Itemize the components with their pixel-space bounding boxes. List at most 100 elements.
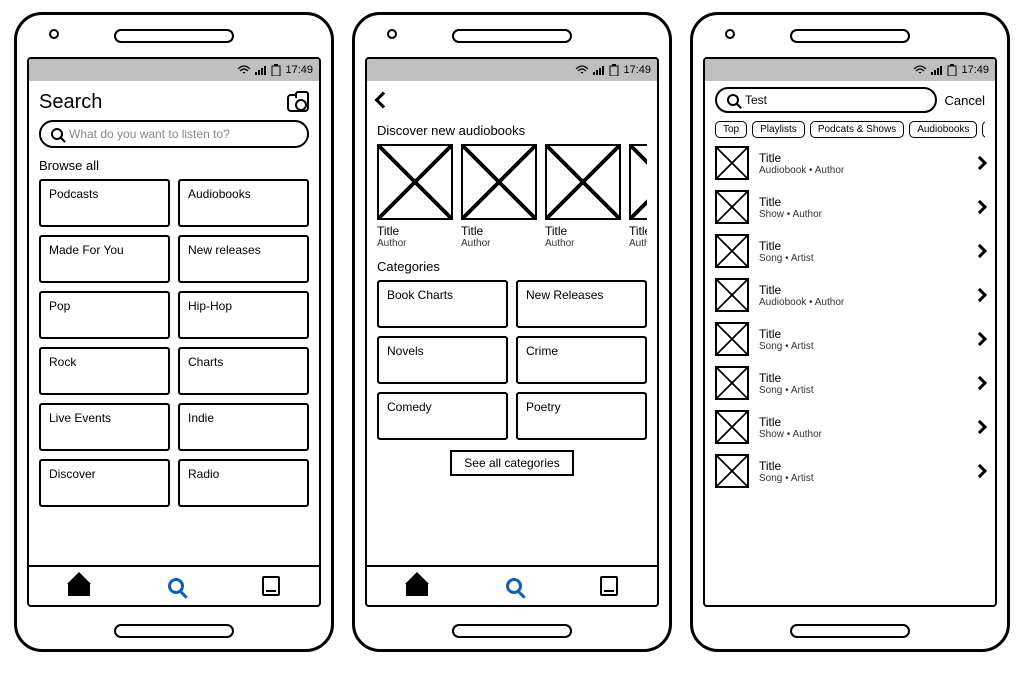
- card-title: Title: [377, 224, 453, 238]
- category-tile[interactable]: Made For You: [39, 235, 170, 283]
- earpiece-icon: [114, 29, 234, 43]
- home-bar-icon: [114, 624, 234, 638]
- result-row[interactable]: TitleAudiobook • Author: [715, 278, 985, 312]
- result-subtitle: Song • Artist: [759, 253, 965, 264]
- status-bar: 17:49: [367, 59, 657, 81]
- category-tile[interactable]: Live Events: [39, 403, 170, 451]
- search-tab-icon[interactable]: [506, 578, 522, 594]
- wifi-icon: [237, 65, 251, 75]
- status-icons: [913, 64, 957, 76]
- category-tile[interactable]: Charts: [178, 347, 309, 395]
- phone-top-bezel: [17, 15, 331, 57]
- content: Search What do you want to listen to? Br…: [29, 81, 319, 565]
- audiobook-carousel[interactable]: TitleAuthorTitleAuthorTitleAuthorTitleAu…: [377, 144, 647, 249]
- earpiece-icon: [790, 29, 910, 43]
- audiobook-card[interactable]: TitleAuthor: [461, 144, 537, 249]
- result-thumb-icon: [715, 366, 749, 400]
- category-tile[interactable]: New Releases: [516, 280, 647, 328]
- chevron-right-icon: [973, 156, 987, 170]
- content: Test Cancel Top Playlists Podcats & Shows A…: [705, 81, 995, 605]
- battery-icon: [609, 64, 619, 76]
- category-tile[interactable]: Crime: [516, 336, 647, 384]
- result-thumb-icon: [715, 190, 749, 224]
- category-tile[interactable]: Audiobooks: [178, 179, 309, 227]
- phone-top-bezel: [355, 15, 669, 57]
- result-row[interactable]: TitleSong • Artist: [715, 234, 985, 268]
- signal-icon: [255, 65, 267, 75]
- cover-thumb-icon: [461, 144, 537, 220]
- result-subtitle: Song • Artist: [759, 341, 965, 352]
- category-tile[interactable]: Pop: [39, 291, 170, 339]
- category-tile[interactable]: Radio: [178, 459, 309, 507]
- category-tile[interactable]: Indie: [178, 403, 309, 451]
- search-tab-icon[interactable]: [168, 578, 184, 594]
- content: Discover new audiobooks TitleAuthorTitle…: [367, 81, 657, 565]
- status-bar: 17:49: [705, 59, 995, 81]
- battery-icon: [271, 64, 281, 76]
- cancel-button[interactable]: Cancel: [945, 93, 985, 108]
- audiobook-card[interactable]: TitleAuthor: [545, 144, 621, 249]
- wifi-icon: [913, 65, 927, 75]
- back-icon[interactable]: [375, 92, 392, 109]
- chevron-right-icon: [973, 420, 987, 434]
- filter-chip[interactable]: Top: [715, 121, 747, 138]
- category-tile[interactable]: Rock: [39, 347, 170, 395]
- card-author: Auth: [629, 238, 647, 249]
- result-row[interactable]: TitleShow • Author: [715, 410, 985, 444]
- category-tile[interactable]: Novels: [377, 336, 508, 384]
- search-input[interactable]: Test: [715, 87, 937, 113]
- front-camera-icon: [725, 29, 735, 39]
- result-subtitle: Show • Author: [759, 429, 965, 440]
- category-tile[interactable]: Poetry: [516, 392, 647, 440]
- library-icon[interactable]: [600, 576, 618, 596]
- screen: 17:49 Search What do you want to listen …: [27, 57, 321, 607]
- result-row[interactable]: TitleShow • Author: [715, 190, 985, 224]
- category-tile[interactable]: Book Charts: [377, 280, 508, 328]
- search-value: Test: [745, 93, 767, 107]
- home-icon[interactable]: [406, 576, 428, 596]
- search-input[interactable]: What do you want to listen to?: [39, 120, 309, 148]
- filter-chips: Top Playlists Podcats & Shows Audiobooks Alb…: [715, 121, 985, 138]
- result-title: Title: [759, 371, 965, 385]
- category-tile[interactable]: New releases: [178, 235, 309, 283]
- results-list: TitleAudiobook • AuthorTitleShow • Autho…: [715, 146, 985, 488]
- signal-icon: [593, 65, 605, 75]
- category-tile[interactable]: Comedy: [377, 392, 508, 440]
- audiobook-card[interactable]: TitleAuthor: [377, 144, 453, 249]
- chevron-right-icon: [973, 244, 987, 258]
- filter-chip[interactable]: Playlists: [752, 121, 805, 138]
- filter-chip[interactable]: Podcats & Shows: [810, 121, 904, 138]
- chevron-right-icon: [973, 376, 987, 390]
- front-camera-icon: [387, 29, 397, 39]
- result-title: Title: [759, 195, 965, 209]
- result-title: Title: [759, 415, 965, 429]
- cover-thumb-icon: [377, 144, 453, 220]
- page-title: Search: [39, 91, 102, 114]
- result-thumb-icon: [715, 410, 749, 444]
- filter-chip[interactable]: Albu: [982, 121, 985, 138]
- filter-chip[interactable]: Audiobooks: [909, 121, 977, 138]
- card-author: Author: [545, 238, 621, 249]
- bottom-nav: [367, 565, 657, 605]
- audiobook-card[interactable]: TitleAuth: [629, 144, 647, 249]
- result-thumb-icon: [715, 234, 749, 268]
- category-tile[interactable]: Hip-Hop: [178, 291, 309, 339]
- result-row[interactable]: TitleAudiobook • Author: [715, 146, 985, 180]
- result-row[interactable]: TitleSong • Artist: [715, 454, 985, 488]
- see-all-button[interactable]: See all categories: [450, 450, 573, 476]
- result-thumb-icon: [715, 278, 749, 312]
- chevron-right-icon: [973, 288, 987, 302]
- category-tile[interactable]: Discover: [39, 459, 170, 507]
- home-icon[interactable]: [68, 576, 90, 596]
- chevron-right-icon: [973, 200, 987, 214]
- status-icons: [237, 64, 281, 76]
- bottom-nav: [29, 565, 319, 605]
- camera-icon[interactable]: [287, 94, 309, 112]
- category-tile[interactable]: Podcasts: [39, 179, 170, 227]
- result-row[interactable]: TitleSong • Artist: [715, 322, 985, 356]
- card-title: Title: [629, 224, 647, 238]
- result-row[interactable]: TitleSong • Artist: [715, 366, 985, 400]
- search-icon: [727, 94, 739, 106]
- library-icon[interactable]: [262, 576, 280, 596]
- cover-thumb-icon: [545, 144, 621, 220]
